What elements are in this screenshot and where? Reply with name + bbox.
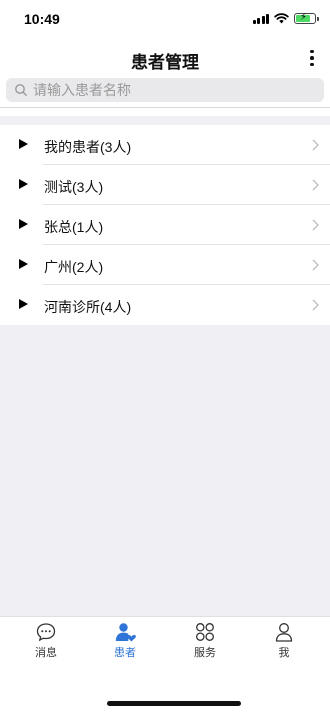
tab-patients[interactable]: 患者	[84, 621, 166, 661]
chevron-right-icon	[312, 259, 320, 271]
nav-bar: 患者管理	[0, 40, 330, 76]
patient-group-list: 我的患者(3人) 测试(3人) 张总(1人) 广州(2人) 河南诊所(4人)	[0, 125, 330, 325]
tab-messages[interactable]: 消息	[5, 621, 87, 661]
cellular-signal-icon	[252, 13, 269, 24]
search-bar[interactable]	[6, 78, 324, 102]
patient-group-row[interactable]: 河南诊所(4人)	[0, 285, 330, 325]
status-bar: 10:49 ⚡	[0, 0, 330, 40]
patient-group-label: 张总(1人)	[44, 219, 104, 235]
chevron-right-icon	[312, 179, 320, 191]
tab-label: 服务	[194, 647, 216, 659]
expand-triangle-icon	[19, 259, 28, 269]
patient-group-label: 河南诊所(4人)	[44, 299, 132, 315]
home-indicator[interactable]	[107, 701, 241, 706]
tab-label: 患者	[114, 647, 136, 659]
patient-group-row[interactable]: 我的患者(3人)	[0, 125, 330, 165]
page-title: 患者管理	[131, 53, 199, 72]
search-input[interactable]	[33, 82, 303, 98]
more-dot-icon	[310, 62, 314, 67]
tab-services[interactable]: 服务	[164, 621, 246, 661]
patient-group-label: 广州(2人)	[44, 259, 104, 275]
patient-group-row[interactable]: 张总(1人)	[0, 205, 330, 245]
profile-icon	[275, 623, 293, 642]
tab-label: 消息	[35, 647, 57, 659]
battery-icon: ⚡	[294, 12, 319, 24]
patient-group-row[interactable]: 广州(2人)	[0, 245, 330, 285]
tab-me[interactable]: 我	[243, 621, 325, 661]
more-dot-icon	[310, 49, 314, 54]
tab-label: 我	[278, 647, 290, 659]
patient-group-label: 我的患者(3人)	[44, 139, 132, 155]
patient-group-row[interactable]: 测试(3人)	[0, 165, 330, 205]
services-grid-icon	[196, 623, 214, 641]
chat-bubble-icon	[36, 623, 56, 642]
status-time: 10:49	[24, 11, 60, 27]
patient-group-label: 测试(3人)	[44, 179, 104, 195]
chevron-right-icon	[312, 299, 320, 311]
wifi-icon	[274, 13, 289, 24]
search-divider	[0, 107, 330, 108]
tab-bar: 消息 患者 服务 我	[0, 616, 330, 714]
expand-triangle-icon	[19, 139, 28, 149]
search-icon	[15, 84, 27, 96]
content-area: 我的患者(3人) 测试(3人) 张总(1人) 广州(2人) 河南诊所(4人)	[0, 116, 330, 616]
more-dot-icon	[310, 56, 314, 60]
patient-icon	[115, 623, 136, 642]
more-options-button[interactable]	[300, 44, 324, 72]
chevron-right-icon	[312, 139, 320, 151]
status-icons: ⚡	[252, 12, 319, 24]
expand-triangle-icon	[19, 179, 28, 189]
expand-triangle-icon	[19, 299, 28, 309]
expand-triangle-icon	[19, 219, 28, 229]
chevron-right-icon	[312, 219, 320, 231]
